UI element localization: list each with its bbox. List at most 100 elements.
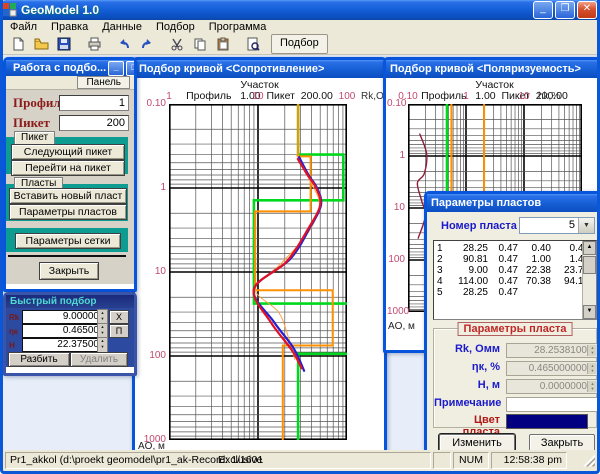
profile-field[interactable]: 1 (59, 95, 129, 111)
quick-x-button[interactable]: X (109, 310, 129, 324)
paste-clipboard-icon (216, 37, 230, 51)
app-logo-icon (3, 3, 17, 17)
scroll-down-icon[interactable]: ▼ (583, 305, 596, 319)
delete-button: Удалить (70, 352, 128, 367)
quick-eta-field[interactable]: 0.46500 (22, 324, 102, 338)
paste-button[interactable] (212, 34, 234, 54)
resize-grip[interactable] (583, 455, 595, 467)
h-spinner-icon: ▲▼ (587, 381, 597, 392)
work-close-action-button[interactable]: Закрыть (39, 262, 99, 280)
layer-number-combo[interactable]: 5 ▼ (519, 217, 595, 234)
layer-row[interactable]: 128.250.470.400.40 (434, 243, 596, 254)
quick-eta-label: ηк (9, 327, 18, 336)
close-button[interactable]: ✕ (577, 1, 597, 19)
layer-params-button[interactable]: Параметры пластов (9, 204, 127, 220)
menubar: Файл Правка Данные Подбор Программа (3, 20, 597, 35)
listbox-scrollbar[interactable]: ▲ ▼ (582, 241, 596, 319)
quick-rk-label: Rk (9, 313, 19, 322)
redo-button[interactable] (136, 34, 158, 54)
layer-params-dialog: Параметры пластов Номер пласта 5 ▼ 128.2… (424, 191, 597, 452)
work-panel-titlebar[interactable]: Работа с подбо... _ □ ✕ (6, 60, 134, 76)
picket-label: Пикет (13, 115, 50, 131)
note-label: Примечание (434, 397, 500, 409)
rk-field: 28.2538100▲▼ (506, 343, 597, 358)
rk-spinner-icon: ▲▼ (587, 345, 597, 356)
layer-params-group-label: Параметры пласта (458, 322, 573, 336)
menu-data[interactable]: Данные (95, 21, 149, 33)
y-tick: 1 (136, 182, 166, 193)
dialog-body: Номер пласта 5 ▼ 128.250.470.400.40 290.… (427, 212, 597, 452)
quick-fit-body: Rk 9.00000 ▲▼ ηк 0.46500 ▲▼ Н 22.37500 ▲… (6, 308, 134, 367)
status-time: 12:58:38 pm (491, 452, 567, 469)
combo-dropdown-icon[interactable]: ▼ (578, 218, 594, 233)
eta-field: 0.465000000▲▼ (506, 361, 597, 376)
layer-color-swatch[interactable] (506, 414, 588, 429)
grid-params-button[interactable]: Параметры сетки (15, 233, 121, 249)
save-button[interactable] (53, 34, 75, 54)
resistivity-titlebar[interactable]: Подбор кривой <Сопротивление> (135, 60, 384, 78)
podbor-button[interactable]: Подбор (271, 34, 328, 54)
print-button[interactable] (83, 34, 105, 54)
picket-field[interactable]: 200 (59, 115, 129, 131)
minimize-button[interactable]: _ (533, 1, 553, 19)
rk-label: Rk, Омм (442, 343, 500, 355)
insert-layer-button[interactable]: Вставить новый пласт (9, 188, 127, 204)
scroll-up-icon[interactable]: ▲ (583, 241, 596, 255)
h-field: 0.0000000▲▼ (506, 379, 597, 394)
copy-button[interactable] (189, 34, 211, 54)
y-tick: 0.10 (136, 98, 166, 109)
work-panel-window: Работа с подбо... _ □ ✕ Панель Профиль 1… (3, 57, 137, 292)
dialog-titlebar[interactable]: Параметры пластов (427, 194, 597, 212)
window-title: GeoModel 1.0 (21, 3, 531, 17)
panel-menu-item[interactable]: Панель (77, 76, 130, 89)
layer-row[interactable]: 39.000.4722.3823.78 (434, 265, 596, 276)
new-button[interactable] (7, 34, 29, 54)
new-page-icon (11, 37, 25, 51)
menu-edit[interactable]: Правка (44, 21, 95, 33)
eta-label: ηк, % (442, 361, 500, 373)
polarization-title: Подбор кривой <Поляризуемость> (390, 63, 581, 75)
y-tick: 10 (387, 202, 405, 213)
open-button[interactable] (30, 34, 52, 54)
eta-spinner-icon: ▲▼ (587, 363, 597, 374)
redo-arrow-icon (140, 37, 154, 51)
print-preview-icon (246, 37, 260, 51)
quick-p-button[interactable]: П (109, 324, 129, 338)
undo-button[interactable] (113, 34, 135, 54)
resistivity-title: Подбор кривой <Сопротивление> (139, 63, 324, 75)
undo-arrow-icon (117, 37, 131, 51)
work-maximize-button[interactable]: □ (126, 61, 134, 76)
quick-h-field[interactable]: 22.37500 (22, 338, 102, 352)
y-tick: 100 (387, 254, 405, 265)
copy-pages-icon (193, 37, 207, 51)
y-tick: 1000 (387, 306, 405, 317)
preview-button[interactable] (242, 34, 264, 54)
split-button[interactable]: Разбить (8, 352, 70, 367)
save-floppy-icon (57, 37, 71, 51)
goto-picket-button[interactable]: Перейти на пикет (11, 160, 125, 176)
next-picket-button[interactable]: Следующий пикет (11, 144, 125, 160)
layer-params-group: Параметры пласта Rk, Омм 28.2538100▲▼ ηк… (433, 328, 597, 428)
quick-rk-field[interactable]: 9.00000 (22, 310, 102, 324)
layer-row[interactable]: 4114.000.4770.3894.15 (434, 276, 596, 287)
resistivity-chart[interactable] (169, 104, 349, 442)
note-field[interactable] (506, 397, 597, 412)
quick-fit-title: Быстрый подбор (10, 296, 97, 307)
menu-program[interactable]: Программа (202, 21, 274, 33)
restore-button[interactable]: ❐ (555, 1, 575, 19)
work-minimize-button[interactable]: _ (108, 61, 124, 76)
work-panel-title: Работа с подбо... (13, 62, 106, 74)
quick-fit-titlebar[interactable]: Быстрый подбор (6, 295, 134, 308)
quick-h-spinner[interactable]: ▲▼ (97, 337, 108, 353)
layer-row[interactable]: 528.250.47 (434, 287, 596, 298)
scroll-thumb[interactable] (583, 256, 596, 274)
y-tick: 1000 (136, 434, 166, 445)
layer-listbox[interactable]: 128.250.470.400.40 290.810.471.001.40 39… (433, 240, 597, 320)
layer-row[interactable]: 290.810.471.001.40 (434, 254, 596, 265)
polarization-titlebar[interactable]: Подбор кривой <Поляризуемость> (386, 60, 597, 78)
menu-file[interactable]: Файл (3, 21, 44, 33)
x-axis-unit-label: Rk,Омм (361, 91, 384, 102)
menu-fit[interactable]: Подбор (149, 21, 202, 33)
main-titlebar[interactable]: GeoModel 1.0 _ ❐ ✕ (0, 0, 600, 20)
cut-button[interactable] (166, 34, 188, 54)
